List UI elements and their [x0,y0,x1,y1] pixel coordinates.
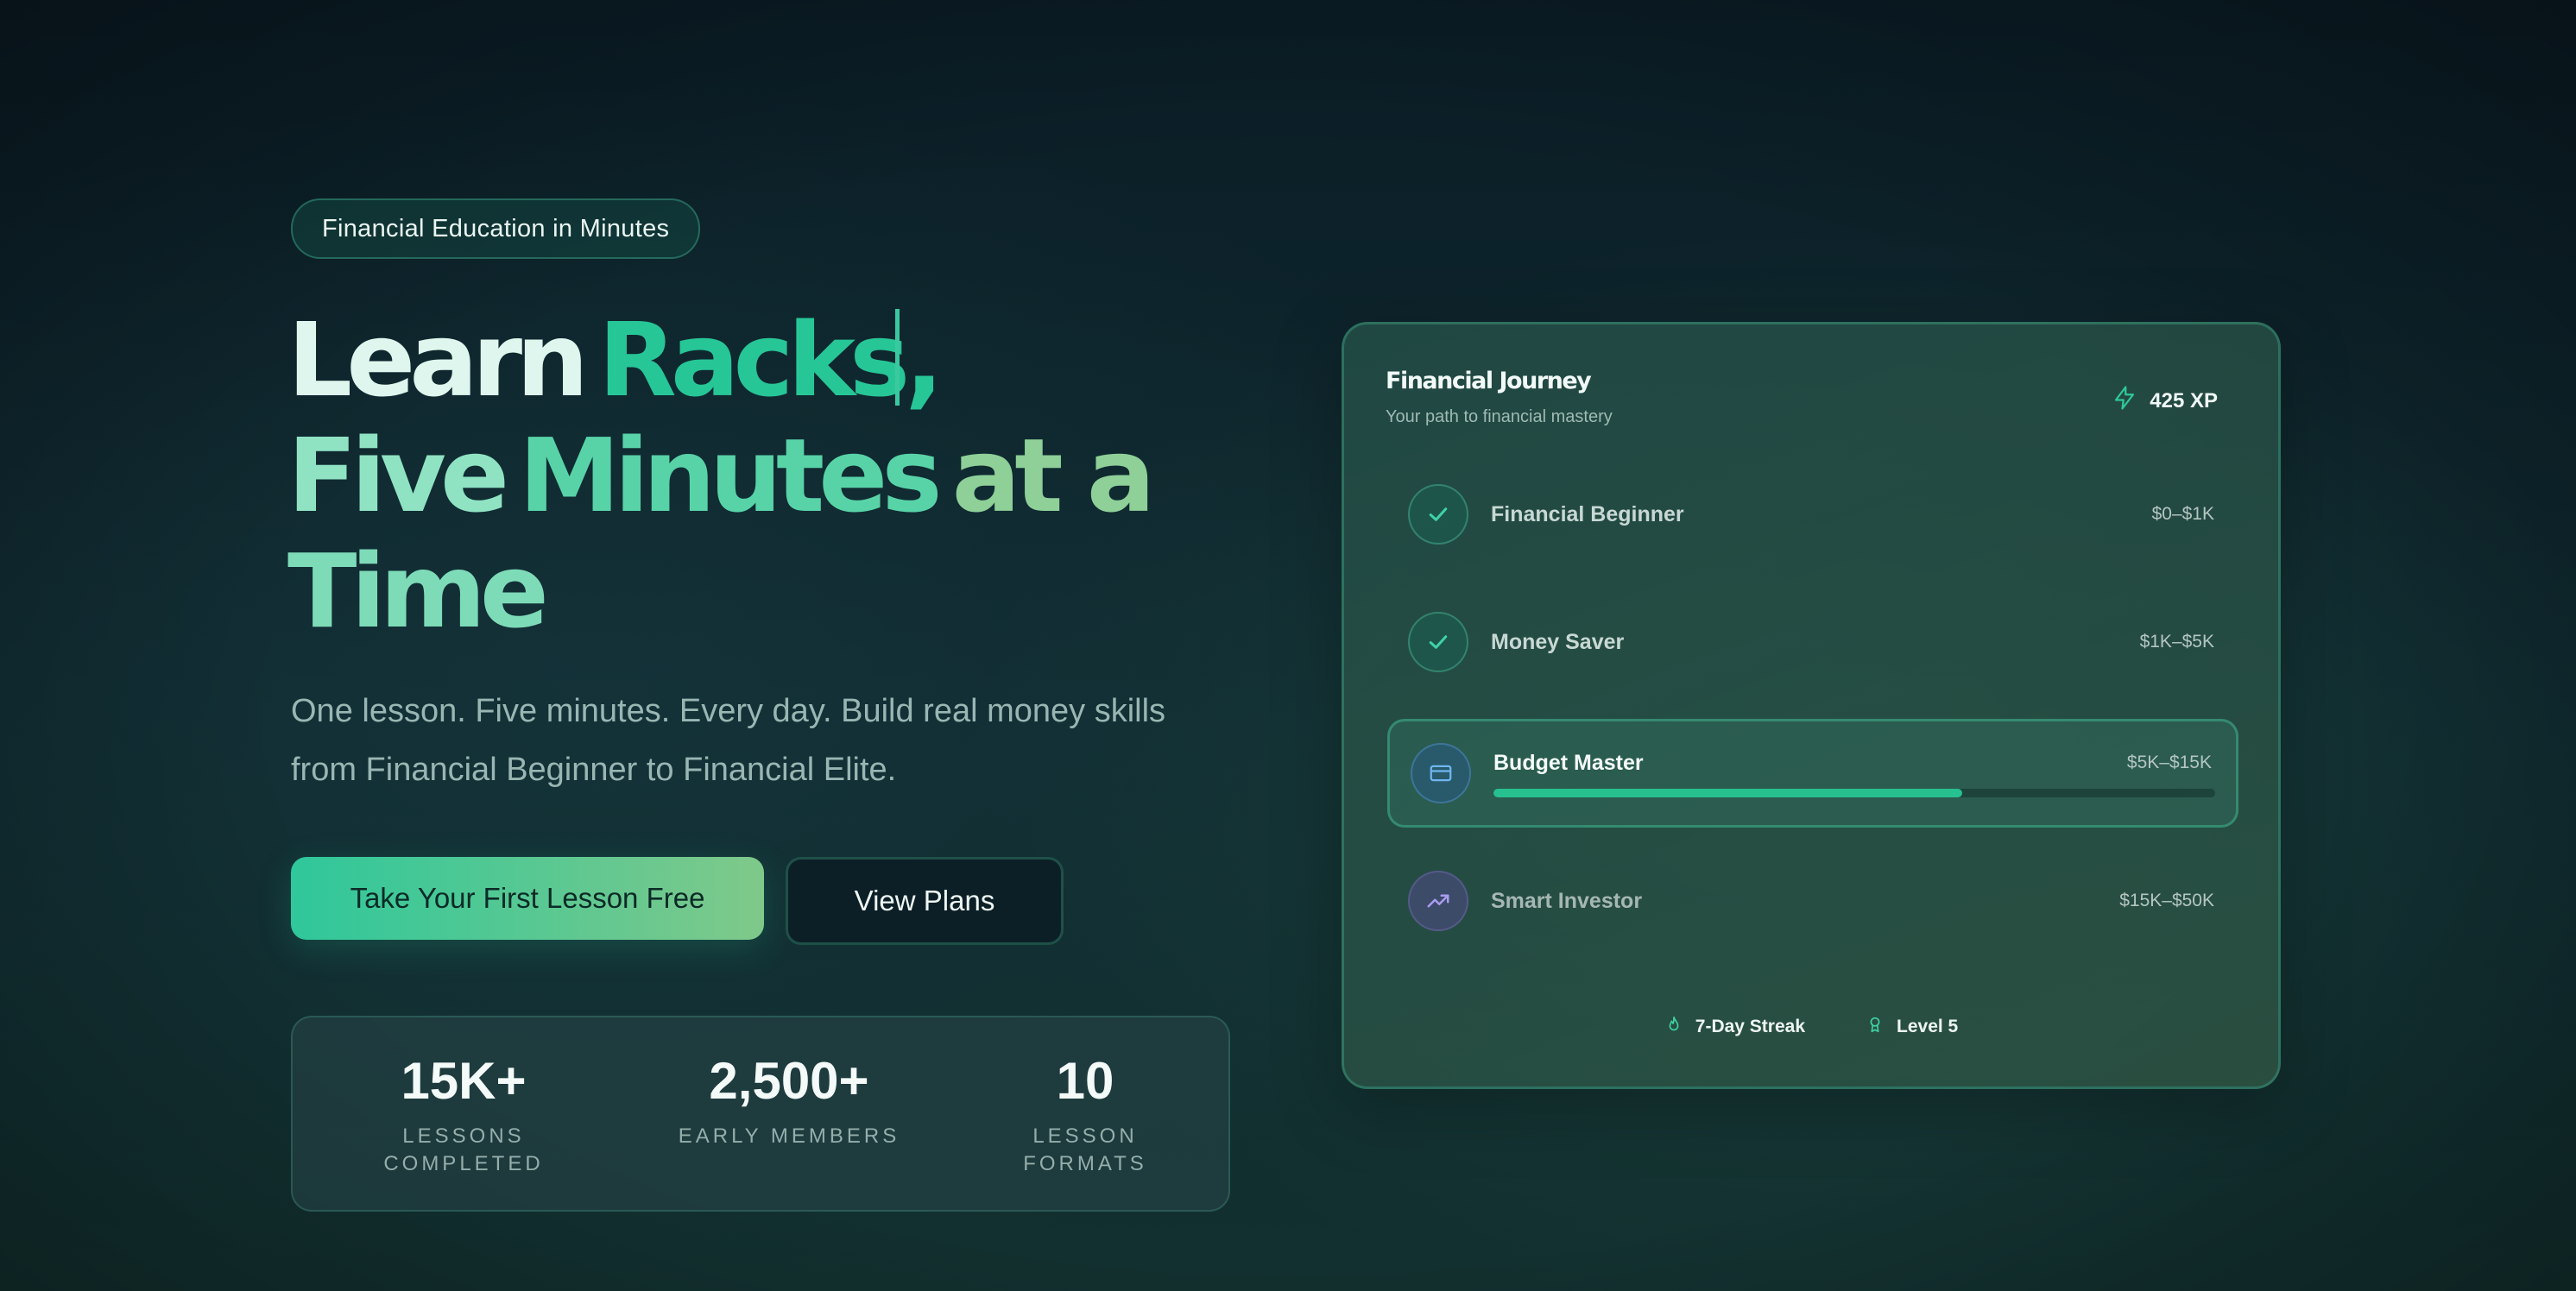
stat-value: 15K+ [401,1052,527,1110]
level-range: $5K–$15K [2126,753,2212,772]
text-caret [895,309,900,406]
stats-panel: 15K+ LESSONS COMPLETED 2,500+ EARLY MEMB… [291,1016,1230,1212]
hero-badge: Financial Education in Minutes [291,198,701,259]
take-first-lesson-button[interactable]: Take Your First Lesson Free [291,857,764,940]
stat-label: LESSON FORMATS [1023,1124,1147,1175]
stat-early-members: 2,500+ EARLY MEMBERS [677,1052,901,1150]
level-budget-master[interactable]: Budget Master $5K–$15K [1387,719,2238,828]
view-plans-button[interactable]: View Plans [786,857,1064,945]
journey-footer: 7-Day Streak Level 5 [1344,1015,2278,1039]
lightning-icon [2112,385,2137,417]
stat-lesson-formats: 10 LESSON FORMATS [973,1052,1197,1178]
check-icon [1408,484,1468,545]
check-icon [1408,612,1468,672]
level-name: Smart Investor [1491,889,1643,913]
level-smart-investor[interactable]: Smart Investor $15K–$50K [1387,849,2238,953]
level-progress-bar [1493,789,2215,797]
level-money-saver[interactable]: Money Saver $1K–$5K [1387,590,2238,694]
headline-word-racks: Racks [598,300,910,419]
level-progress-fill [1493,789,1963,797]
hero-headline: Learn Racks, Five Minutes at a Time [287,302,1237,649]
flame-icon [1664,1015,1683,1039]
xp-value: 425 XP [2150,388,2218,412]
stat-value: 2,500+ [709,1052,869,1110]
stat-label: EARLY MEMBERS [678,1124,900,1148]
headline-word-minutes: Minutes [519,416,943,535]
streak-indicator: 7-Day Streak [1664,1015,1805,1039]
headline-word-at-a: at a [951,416,1156,535]
level-financial-beginner[interactable]: Financial Beginner $0–$1K [1387,463,2238,566]
xp-counter: 425 XP [2112,385,2218,417]
hero-subtitle: One lesson. Five minutes. Every day. Bui… [291,693,1166,788]
headline-line-3: Time [287,533,1237,649]
stat-label: LESSONS COMPLETED [383,1124,544,1175]
journey-subtitle: Your path to financial mastery [1386,407,1613,426]
headline-word-learn: Learn [287,300,589,419]
hero-badge-label: Financial Education in Minutes [322,214,670,242]
credit-card-icon [1411,743,1471,803]
level-indicator: Level 5 [1866,1015,1958,1039]
trending-up-icon [1408,871,1468,931]
headline-line-2: Five Minutes at a [287,418,1237,533]
headline-word-time: Time [287,532,549,651]
level-name: Budget Master [1493,751,1644,775]
level-range: $15K–$50K [2119,891,2214,910]
level-range: $0–$1K [2151,504,2214,524]
award-icon [1866,1015,1885,1039]
headline-line-1: Learn Racks, [287,302,1237,418]
level-name: Money Saver [1491,630,1625,654]
stat-lessons-completed: 15K+ LESSONS COMPLETED [351,1052,576,1178]
headline-comma: , [905,300,944,419]
stat-value: 10 [1056,1052,1114,1110]
level-range: $1K–$5K [2139,632,2214,652]
headline-word-five: Five [287,416,509,535]
streak-label: 7-Day Streak [1695,1017,1806,1036]
financial-journey-card: Financial Journey Your path to financial… [1342,322,2281,1089]
journey-title: Financial Journey [1386,368,1592,394]
level-name: Financial Beginner [1491,502,1684,526]
level-label: Level 5 [1897,1017,1959,1036]
